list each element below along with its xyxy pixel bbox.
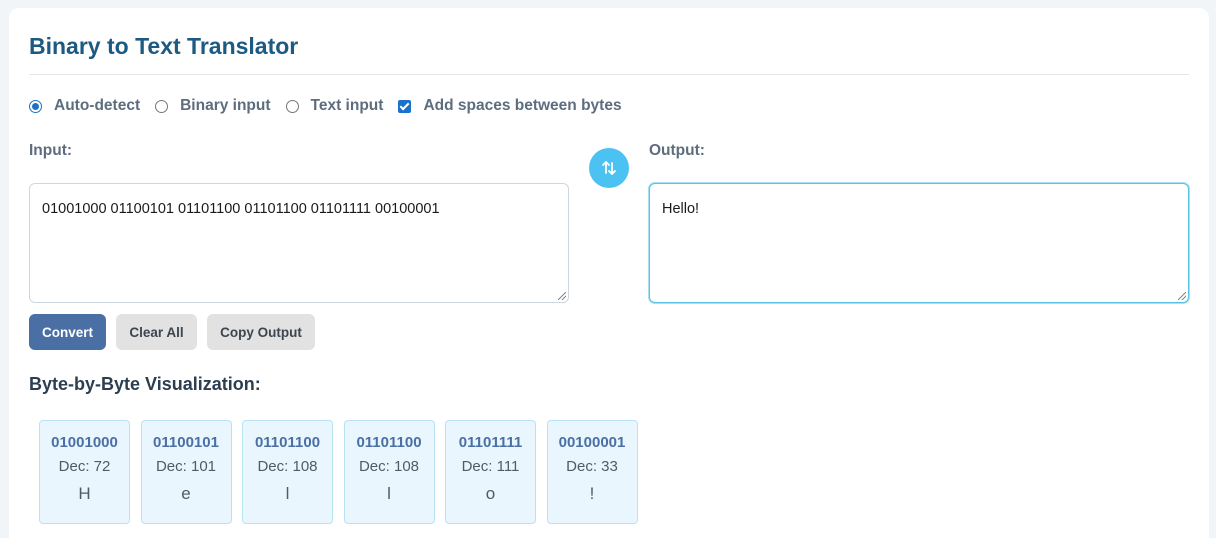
byte-char: o — [485, 484, 496, 503]
byte-card: 01101111 Dec: 111 o — [445, 420, 536, 524]
option-label: Auto-detect — [54, 97, 141, 114]
option-auto-detect[interactable]: Auto-detect — [29, 97, 140, 115]
byte-decimal: Dec: 108 — [358, 458, 420, 475]
option-label: Binary input — [180, 97, 271, 114]
translator-card: Binary to Text Translator Auto-detect Bi… — [9, 8, 1209, 538]
page-title: Binary to Text Translator — [29, 33, 299, 59]
byte-binary: 01101100 — [356, 434, 422, 451]
copy-output-button[interactable]: Copy Output — [207, 314, 315, 350]
byte-binary: 00100001 — [558, 434, 626, 451]
byte-card: 01101100 Dec: 108 l — [242, 420, 333, 524]
byte-decimal: Dec: 108 — [257, 458, 318, 475]
input-label: Input: — [29, 142, 73, 159]
option-label: Text input — [310, 97, 384, 114]
output-textarea[interactable]: Hello! — [649, 183, 1189, 303]
byte-decimal: Dec: 101 — [155, 458, 217, 475]
title-divider — [29, 74, 1189, 75]
byte-binary: 01001000 — [51, 434, 118, 451]
byte-visualization: 01001000 Dec: 72 H 01100101 Dec: 101 e 0… — [39, 420, 648, 524]
byte-char: e — [181, 484, 191, 503]
clear-all-button[interactable]: Clear All — [116, 314, 197, 350]
byte-card: 01100101 Dec: 101 e — [140, 420, 232, 524]
byte-card: 00100001 Dec: 33 ! — [546, 420, 638, 524]
byte-char: l — [387, 484, 391, 503]
output-label: Output: — [649, 142, 705, 159]
option-label: Add spaces between bytes — [423, 97, 622, 114]
byte-char: H — [78, 484, 91, 503]
text-input-radio[interactable] — [285, 99, 299, 113]
mode-options: Auto-detect Binary input Text input Add … — [29, 95, 637, 117]
swap-button[interactable] — [589, 148, 629, 188]
byte-decimal: Dec: 72 — [58, 458, 111, 475]
visualization-title: Byte-by-Byte Visualization: — [29, 374, 261, 394]
swap-vertical-arrows-icon — [602, 161, 616, 175]
byte-card: 01101100 Dec: 108 l — [343, 420, 435, 524]
byte-binary: 01100101 — [153, 434, 219, 451]
byte-binary: 01101100 — [254, 434, 321, 451]
option-binary-input[interactable]: Binary input — [155, 97, 271, 115]
input-value: 01001000 01100101 01101100 01101100 0110… — [42, 201, 440, 217]
add-spaces-checkbox[interactable] — [398, 99, 412, 113]
option-text-input[interactable]: Text input — [285, 97, 384, 115]
output-value: Hello! — [662, 201, 700, 217]
input-textarea[interactable]: 01001000 01100101 01101100 01101100 0110… — [29, 183, 569, 303]
resize-grip-icon[interactable] — [1178, 292, 1186, 300]
byte-card: 01001000 Dec: 72 H — [39, 420, 130, 524]
byte-decimal: Dec: 111 — [461, 458, 520, 475]
byte-binary: 01101111 — [458, 434, 523, 451]
option-add-spaces[interactable]: Add spaces between bytes — [398, 97, 622, 115]
auto-detect-radio[interactable] — [29, 99, 42, 113]
resize-grip-icon[interactable] — [558, 292, 566, 300]
convert-button[interactable]: Convert — [29, 314, 106, 350]
binary-input-radio[interactable] — [155, 99, 169, 113]
byte-char: ! — [589, 484, 595, 503]
byte-decimal: Dec: 33 — [566, 458, 618, 475]
byte-char: l — [285, 484, 290, 503]
